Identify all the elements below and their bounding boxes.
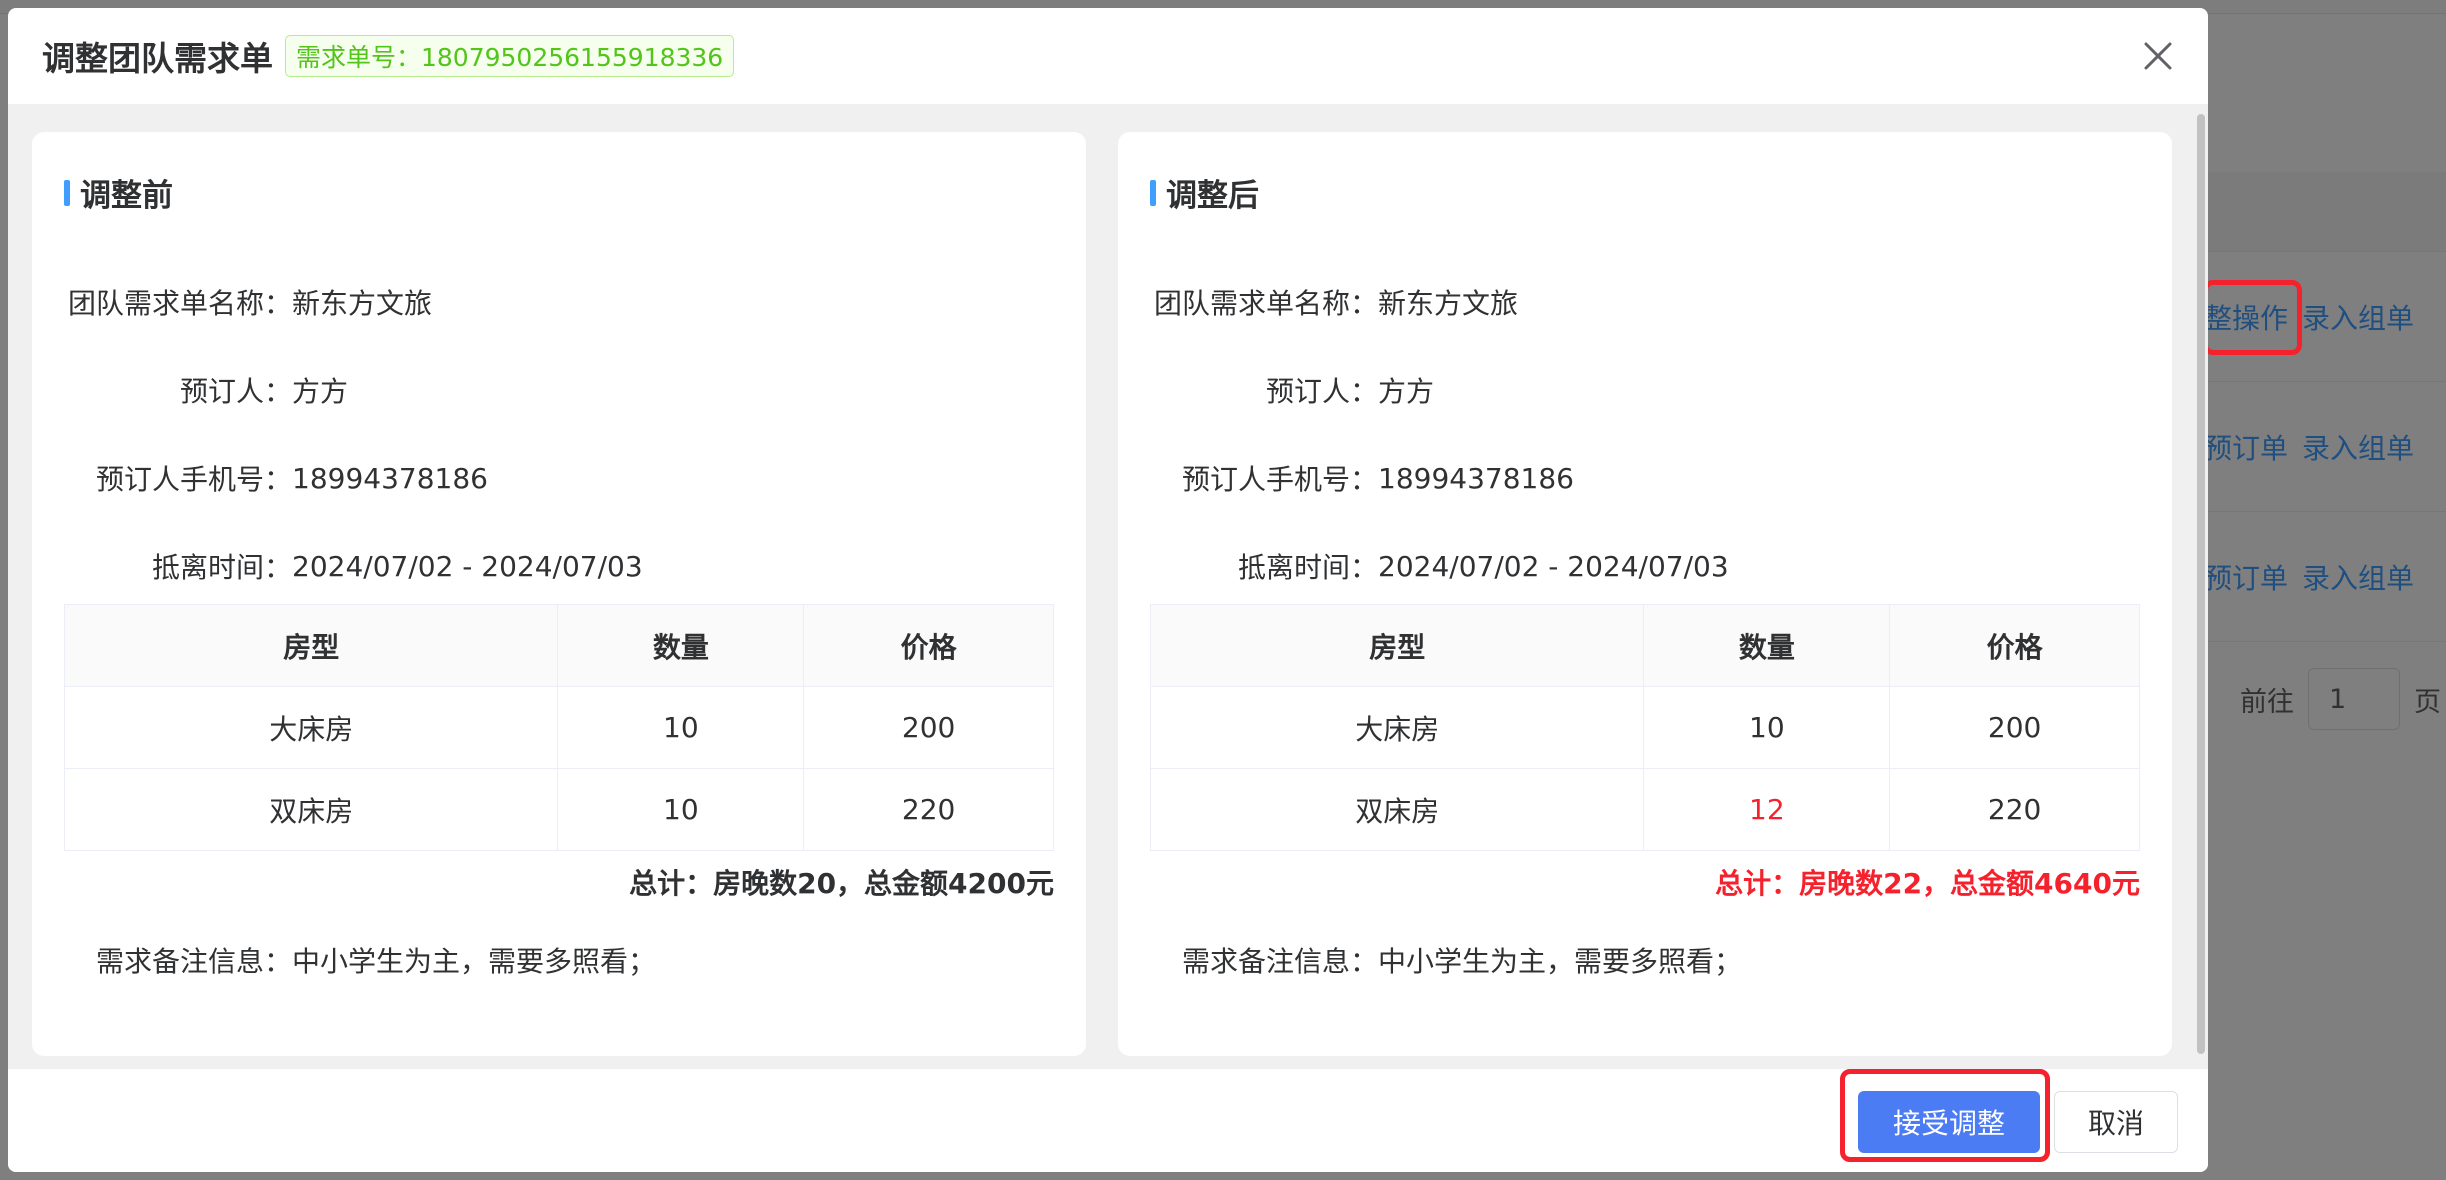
table-row: 大床房 10 200 — [1149, 686, 2140, 769]
column-header: 价格 — [1889, 604, 2140, 687]
panel-after: 调整后 团队需求单名称： 新东方文旅 预订人： 方方 预订人手机号： 18994… — [1118, 132, 2172, 1056]
field-value: 新东方文旅 — [1378, 287, 1519, 320]
field-value: 18994378186 — [292, 461, 488, 495]
field-value: 中小学生为主，需要多照看； — [292, 945, 657, 978]
field-label: 预订人： — [1265, 375, 1378, 408]
table-row: 双床房 12 220 — [1149, 768, 2140, 851]
field-phone: 预订人手机号： 18994378186 — [32, 458, 488, 498]
total-summary-before: 总计：房晚数20，总金额4200元 — [629, 867, 1054, 900]
field-group-name: 团队需求单名称： 新东方文旅 — [32, 282, 432, 322]
table-header-row: 房型 数量 价格 — [1149, 604, 2140, 687]
field-booker: 预订人： 方方 — [32, 370, 348, 410]
field-label: 抵离时间： — [1237, 551, 1378, 584]
field-value: 新东方文旅 — [292, 287, 433, 320]
order-number-tag: 需求单号：1807950256155918336 — [285, 35, 735, 77]
field-value: 方方 — [1378, 375, 1435, 408]
section-title-text: 调整后 — [1166, 178, 1259, 214]
adjust-dialog: 调整团队需求单 需求单号：1807950256155918336 调整前 团队需… — [8, 8, 2208, 1172]
field-remark: 需求备注信息： 中小学生为主，需要多照看； — [32, 940, 656, 980]
column-header: 价格 — [803, 604, 1054, 687]
table-row: 大床房 10 200 — [63, 686, 1054, 769]
scrollbar-thumb[interactable] — [2197, 114, 2205, 1054]
column-header: 数量 — [1643, 604, 1891, 687]
field-value: 2024/07/02 - 2024/07/03 — [292, 549, 643, 583]
cell-price: 220 — [1889, 768, 2140, 851]
cell-quantity: 10 — [1643, 686, 1891, 769]
table-row: 双床房 10 220 — [63, 768, 1054, 851]
field-label: 预订人： — [179, 375, 292, 408]
highlight-box — [2203, 280, 2302, 355]
field-label: 预订人手机号： — [95, 463, 292, 496]
dialog-scrollbar[interactable] — [2194, 114, 2208, 1054]
field-value: 方方 — [292, 375, 349, 408]
cell-room-type: 大床房 — [63, 686, 559, 769]
room-table-after: 房型 数量 价格 大床房 10 200 双床房 12 220 — [1149, 604, 2140, 851]
field-label: 需求备注信息： — [1181, 945, 1378, 978]
highlight-box — [1840, 1069, 2050, 1162]
cell-price: 200 — [803, 686, 1054, 769]
field-label: 抵离时间： — [151, 551, 292, 584]
dialog-body: 调整前 团队需求单名称： 新东方文旅 预订人： 方方 预订人手机号： 18994… — [8, 104, 2208, 1069]
field-value: 18994378186 — [1378, 461, 1574, 495]
section-title-text: 调整前 — [80, 178, 173, 214]
accent-bar — [1150, 179, 1156, 206]
close-icon[interactable] — [2138, 36, 2178, 76]
accent-bar — [64, 179, 70, 206]
field-booker: 预订人： 方方 — [1118, 370, 1434, 410]
field-value: 2024/07/02 - 2024/07/03 — [1378, 549, 1729, 583]
column-header: 数量 — [557, 604, 805, 687]
field-dates: 抵离时间： 2024/07/02 - 2024/07/03 — [32, 546, 643, 586]
column-header: 房型 — [1149, 604, 1645, 687]
section-title-after: 调整后 — [1150, 170, 1259, 215]
cell-quantity-changed: 12 — [1643, 768, 1891, 851]
column-header: 房型 — [63, 604, 559, 687]
field-phone: 预订人手机号： 18994378186 — [1118, 458, 1574, 498]
field-label: 需求备注信息： — [95, 945, 292, 978]
cancel-button[interactable]: 取消 — [2054, 1091, 2178, 1153]
cell-room-type: 双床房 — [63, 768, 559, 851]
field-dates: 抵离时间： 2024/07/02 - 2024/07/03 — [1118, 546, 1729, 586]
field-label: 预订人手机号： — [1181, 463, 1378, 496]
panel-before: 调整前 团队需求单名称： 新东方文旅 预订人： 方方 预订人手机号： 18994… — [32, 132, 1086, 1056]
dialog-header: 调整团队需求单 需求单号：1807950256155918336 — [8, 8, 2208, 104]
field-remark: 需求备注信息： 中小学生为主，需要多照看； — [1118, 940, 1742, 980]
cell-quantity: 10 — [557, 768, 805, 851]
cell-quantity: 10 — [557, 686, 805, 769]
dialog-title: 调整团队需求单 — [42, 39, 273, 78]
cell-room-type: 双床房 — [1149, 768, 1645, 851]
table-header-row: 房型 数量 价格 — [63, 604, 1054, 687]
field-label: 团队需求单名称： — [67, 287, 292, 320]
cell-price: 200 — [1889, 686, 2140, 769]
cell-price: 220 — [803, 768, 1054, 851]
field-value: 中小学生为主，需要多照看； — [1378, 945, 1743, 978]
field-label: 团队需求单名称： — [1153, 287, 1378, 320]
cell-room-type: 大床房 — [1149, 686, 1645, 769]
room-table-before: 房型 数量 价格 大床房 10 200 双床房 10 220 — [63, 604, 1054, 851]
total-summary-after: 总计：房晚数22，总金额4640元 — [1715, 867, 2140, 900]
field-group-name: 团队需求单名称： 新东方文旅 — [1118, 282, 1518, 322]
section-title-before: 调整前 — [64, 170, 173, 215]
